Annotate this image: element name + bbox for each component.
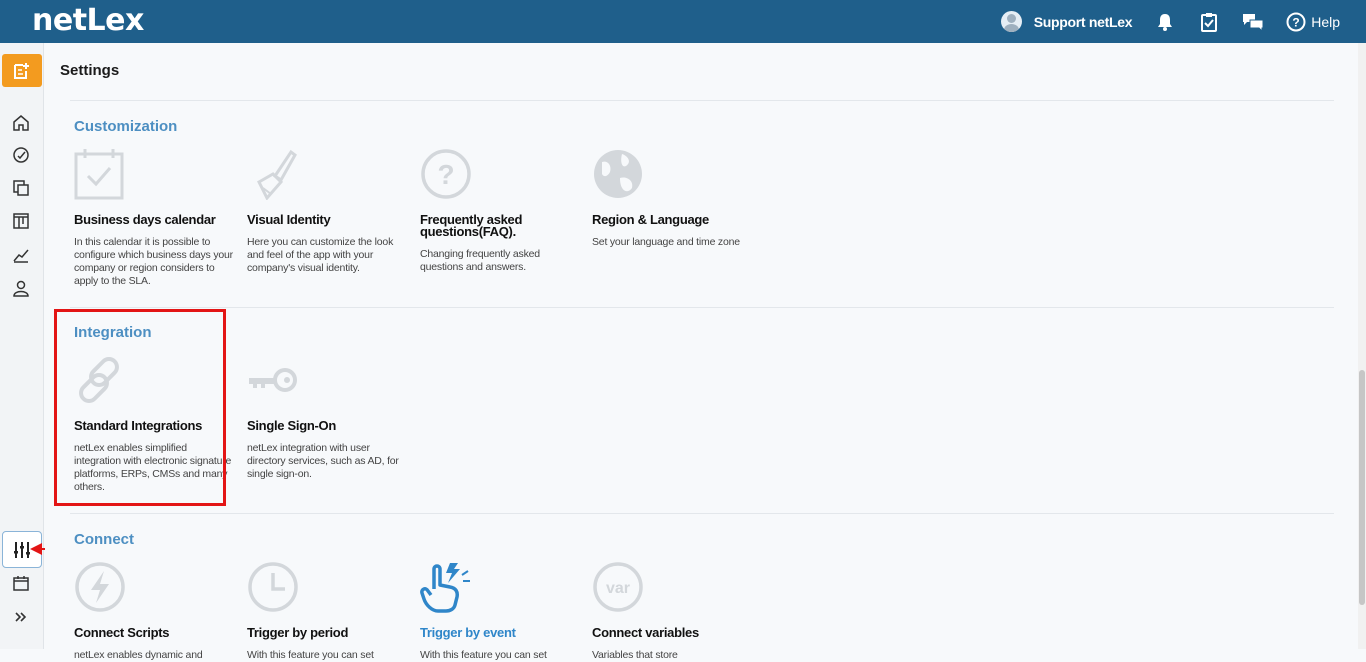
divider [70, 513, 1334, 514]
scrollbar-thumb[interactable] [1359, 370, 1365, 605]
avatar [1000, 11, 1022, 32]
card-connect-scripts[interactable]: Connect Scripts netLex enables dynamic a… [74, 561, 234, 662]
section-title-connect: Connect [74, 531, 134, 548]
reports-chart-icon[interactable] [9, 243, 33, 267]
card-title: Frequently asked questions(FAQ). [420, 212, 523, 239]
top-bar: netLex Support netLex ? Help [0, 0, 1366, 43]
expand-sidebar-icon[interactable] [9, 605, 33, 629]
card-faq[interactable]: ? Frequently asked questions(FAQ). Chang… [420, 148, 580, 274]
dashboard-gauge-icon[interactable] [9, 143, 33, 167]
lightning-icon [75, 562, 125, 612]
calendar-check-icon [74, 149, 124, 200]
card-trigger-by-event[interactable]: Trigger by event With this feature you c… [420, 561, 580, 662]
card-title: Connect Scripts [74, 625, 170, 640]
settings-content: Settings Customization Business days cal… [45, 43, 1357, 661]
card-title: Business days calendar [74, 212, 216, 227]
divider [70, 307, 1334, 308]
user-profile-icon[interactable] [9, 276, 33, 300]
sliders-icon [14, 541, 30, 558]
home-icon[interactable] [9, 111, 33, 135]
vertical-scrollbar[interactable] [1358, 43, 1366, 649]
calendar-icon[interactable] [9, 571, 33, 595]
key-icon [249, 368, 297, 392]
help-circle-icon: ? [1286, 12, 1306, 31]
globe-icon [594, 150, 642, 198]
card-region-language[interactable]: Region & Language Set your language and … [592, 148, 752, 249]
card-description: Here you can customize the look and feel… [247, 236, 394, 274]
kanban-board-icon[interactable] [9, 209, 33, 233]
user-menu[interactable]: Support netLex [1000, 11, 1133, 32]
svg-text:var: var [606, 580, 630, 597]
chat-bubbles-icon[interactable] [1242, 11, 1264, 33]
sidebar [0, 43, 44, 649]
card-title: Trigger by period [247, 625, 349, 640]
new-document-icon [14, 62, 29, 79]
card-title: Connect variables [592, 625, 699, 640]
netlex-logo[interactable]: netLex [32, 3, 144, 38]
card-single-sign-on[interactable]: Single Sign-On netLex integration with u… [247, 354, 407, 481]
var-icon: var [593, 562, 643, 612]
card-title: Region & Language [592, 212, 709, 227]
card-description: Variables that store [592, 649, 678, 661]
documents-icon[interactable] [9, 176, 33, 200]
bell-icon[interactable] [1154, 11, 1176, 33]
hand-tap-icon [420, 563, 470, 613]
card-description: Set your language and time zone [592, 236, 740, 248]
card-description: In this calendar it is possible to confi… [74, 236, 233, 287]
card-title: Trigger by event [420, 625, 516, 640]
clock-icon [248, 562, 298, 612]
help-label: Help [1311, 13, 1340, 30]
header-actions: Support netLex ? Help [1000, 0, 1340, 43]
paintbrush-icon [257, 149, 297, 201]
help-link[interactable]: ? Help [1286, 12, 1340, 32]
card-title: Single Sign-On [247, 418, 336, 433]
card-description: With this feature you can set [420, 649, 547, 661]
question-circle-icon: ? [421, 149, 471, 199]
card-connect-variables[interactable]: var Connect variables Variables that sto… [592, 561, 752, 662]
card-title: Visual Identity [247, 212, 331, 227]
user-name: Support netLex [1033, 13, 1133, 30]
highlight-box [54, 309, 226, 506]
card-description: netLex integration with user directory s… [247, 442, 399, 480]
section-title-customization: Customization [74, 118, 178, 135]
new-item-button[interactable] [2, 54, 42, 87]
card-description: With this feature you can set [247, 649, 374, 661]
page-title: Settings [60, 62, 120, 79]
card-business-days-calendar[interactable]: Business days calendar In this calendar … [74, 148, 234, 288]
card-trigger-by-period[interactable]: Trigger by period With this feature you … [247, 561, 407, 662]
divider [70, 100, 1334, 101]
svg-text:?: ? [1293, 15, 1300, 29]
card-visual-identity[interactable]: Visual Identity Here you can customize t… [247, 148, 407, 275]
clipboard-check-icon[interactable] [1198, 11, 1220, 33]
card-description: netLex enables dynamic and [74, 649, 203, 661]
svg-text:?: ? [437, 159, 454, 190]
card-description: Changing frequently asked questions and … [420, 248, 540, 273]
